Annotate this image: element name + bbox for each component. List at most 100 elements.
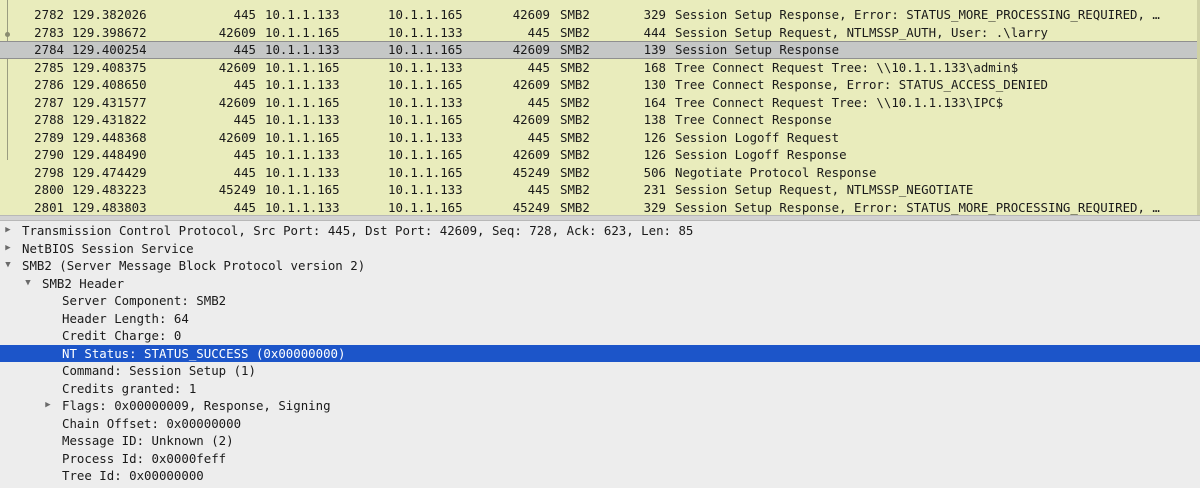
detail-row-text: Chain Offset: 0x00000000 xyxy=(62,415,242,431)
detail-row[interactable]: Chain Offset: 0x00000000 xyxy=(0,415,1200,433)
packet-cell-time: 129.431822 xyxy=(72,112,147,127)
packet-cell-len: 126 xyxy=(643,129,666,145)
packet-cell-time: 129.382026 xyxy=(72,7,147,22)
packet-cell-proto: SMB2 xyxy=(560,94,590,110)
packet-cell-info: Tree Connect Request Tree: \\10.1.1.133\… xyxy=(675,94,1004,110)
packet-row[interactable]: 2801 129.483803 445 10.1.1.133 10.1.1.165 452… xyxy=(0,199,1200,216)
detail-row-text: Transmission Control Protocol, Src Port:… xyxy=(22,223,694,238)
packet-row[interactable]: 2782 129.382026 445 10.1.1.133 10.1.1.165 426… xyxy=(0,6,1200,24)
packet-cell-time: 129.400254 xyxy=(72,42,147,57)
detail-row[interactable]: ▼ SMB2 Header xyxy=(0,275,1200,293)
packet-cell-dport: 445 xyxy=(527,24,550,40)
detail-row-text: Process Id: 0x0000feff xyxy=(62,450,227,466)
expand-triangle-right-icon[interactable]: ▶ xyxy=(2,222,14,240)
packet-cell-info: Negotiate Protocol Response xyxy=(675,164,877,180)
detail-row[interactable]: ▼ SMB2 (Server Message Block Protocol ver… xyxy=(0,257,1200,275)
expand-triangle-right-icon[interactable]: ▶ xyxy=(2,240,14,258)
packet-list[interactable]: 2782 129.382026 445 10.1.1.133 10.1.1.165 426… xyxy=(0,0,1200,215)
packet-cell-len: 329 xyxy=(643,7,666,22)
detail-row[interactable]: Command: Session Setup (1) xyxy=(0,362,1200,380)
packet-cell-proto: SMB2 xyxy=(560,7,590,22)
detail-row-text: NT Status: STATUS_SUCCESS (0x00000000) xyxy=(62,345,346,361)
packet-cell-src: 10.1.1.133 xyxy=(265,112,340,127)
packet-cell-time: 129.448490 xyxy=(72,147,147,162)
packet-cell-no: 2801 xyxy=(34,199,64,215)
packet-cell-no: 2790 xyxy=(34,147,64,162)
detail-row[interactable]: Tree Id: 0x00000000 xyxy=(0,467,1200,485)
packet-cell-no: 2783 xyxy=(34,24,64,40)
packet-row[interactable]: 2788 129.431822 445 10.1.1.133 10.1.1.165 426… xyxy=(0,111,1200,129)
packet-cell-sport: 42609 xyxy=(218,94,256,110)
detail-row[interactable]: ▶ Transmission Control Protocol, Src Port… xyxy=(0,222,1200,240)
detail-row-text: Flags: 0x00000009, Response, Signing xyxy=(62,398,331,413)
packet-cell-info: Tree Connect Request Tree: \\10.1.1.133\… xyxy=(675,59,1019,75)
packet-cell-time: 129.431577 xyxy=(72,94,147,110)
packet-cell-info: Session Setup Response xyxy=(675,42,840,57)
packet-cell-no: 2798 xyxy=(34,164,64,180)
packet-cell-proto: SMB2 xyxy=(560,59,590,75)
detail-row-text: Message ID: Unknown (2) xyxy=(62,433,234,448)
packet-cell-proto: SMB2 xyxy=(560,42,590,57)
packet-cell-no: 2789 xyxy=(34,129,64,145)
packet-row[interactable]: 2785 129.408375 42609 10.1.1.165 10.1.1.133 4… xyxy=(0,59,1200,77)
packet-cell-src: 10.1.1.165 xyxy=(265,129,340,145)
packet-cell-info: Session Setup Response, Error: STATUS_MO… xyxy=(675,199,1160,215)
detail-row[interactable]: Credit Charge: 0 xyxy=(0,327,1200,345)
packet-cell-dport: 42609 xyxy=(512,77,550,92)
packet-cell-proto: SMB2 xyxy=(560,147,590,162)
detail-row[interactable]: ▶ NetBIOS Session Service xyxy=(0,240,1200,258)
detail-row[interactable]: ▶ Flags: 0x00000009, Response, Signing xyxy=(0,397,1200,415)
packet-cell-dport: 45249 xyxy=(512,164,550,180)
packet-cell-len: 231 xyxy=(643,182,666,197)
detail-row[interactable]: Server Component: SMB2 xyxy=(0,292,1200,310)
detail-row-text: Tree Id: 0x00000000 xyxy=(62,468,204,483)
packet-cell-len: 506 xyxy=(643,164,666,180)
packet-cell-time: 129.474429 xyxy=(72,164,147,180)
packet-cell-sport: 445 xyxy=(233,42,256,57)
packet-cell-proto: SMB2 xyxy=(560,182,590,197)
packet-cell-time: 129.408650 xyxy=(72,77,147,92)
packet-details-tree[interactable]: ▶ Transmission Control Protocol, Src Port… xyxy=(0,221,1200,488)
packet-cell-proto: SMB2 xyxy=(560,199,590,215)
packet-cell-sport: 42609 xyxy=(218,129,256,145)
packet-cell-sport: 445 xyxy=(233,112,256,127)
packet-cell-no: 2800 xyxy=(34,182,64,197)
packet-cell-src: 10.1.1.133 xyxy=(265,147,340,162)
packet-cell-time: 129.408375 xyxy=(72,59,147,75)
detail-row-text: SMB2 (Server Message Block Protocol vers… xyxy=(22,258,366,273)
packet-cell-src: 10.1.1.133 xyxy=(265,164,340,180)
packet-cell-len: 130 xyxy=(643,77,666,92)
packet-cell-sport: 445 xyxy=(233,199,256,215)
packet-cell-time: 129.483803 xyxy=(72,199,147,215)
packet-row[interactable]: 2786 129.408650 445 10.1.1.133 10.1.1.165 426… xyxy=(0,76,1200,94)
detail-row-text: Credit Charge: 0 xyxy=(62,328,182,343)
packet-row[interactable]: 2800 129.483223 45249 10.1.1.165 10.1.1.133 4… xyxy=(0,181,1200,199)
packet-cell-len: 139 xyxy=(643,42,666,57)
packet-cell-dport: 445 xyxy=(527,94,550,110)
packet-row[interactable]: 2783 129.398672 42609 10.1.1.165 10.1.1.133 4… xyxy=(0,24,1200,42)
detail-row[interactable]: Header Length: 64 xyxy=(0,310,1200,328)
packet-cell-dport: 42609 xyxy=(512,147,550,162)
packet-cell-src: 10.1.1.133 xyxy=(265,42,340,57)
packet-cell-info: Session Setup Request, NTLMSSP_AUTH, Use… xyxy=(675,24,1048,40)
packet-cell-no: 2784 xyxy=(34,42,64,57)
packet-row[interactable]: 2798 129.474429 445 10.1.1.133 10.1.1.165 452… xyxy=(0,164,1200,182)
detail-row[interactable]: Process Id: 0x0000feff xyxy=(0,450,1200,468)
packet-cell-len: 329 xyxy=(643,199,666,215)
expand-triangle-right-icon[interactable]: ▶ xyxy=(42,397,54,415)
packet-cell-len: 164 xyxy=(643,94,666,110)
packet-row[interactable]: 2790 129.448490 445 10.1.1.133 10.1.1.165 426… xyxy=(0,146,1200,164)
expand-triangle-down-icon[interactable]: ▼ xyxy=(22,275,34,293)
detail-row[interactable]: Credits granted: 1 xyxy=(0,380,1200,398)
detail-row-text: Server Component: SMB2 xyxy=(62,293,227,308)
packet-cell-sport: 445 xyxy=(233,77,256,92)
packet-row-selected[interactable]: 2784 129.400254 445 10.1.1.133 10.1.1.165 426… xyxy=(0,41,1200,59)
packet-row[interactable]: 2787 129.431577 42609 10.1.1.165 10.1.1.133 4… xyxy=(0,94,1200,112)
packet-cell-len: 126 xyxy=(643,147,666,162)
packet-row[interactable]: 2789 129.448368 42609 10.1.1.165 10.1.1.133 4… xyxy=(0,129,1200,147)
expand-triangle-down-icon[interactable]: ▼ xyxy=(2,257,14,275)
packet-cell-proto: SMB2 xyxy=(560,129,590,145)
detail-row[interactable]: Message ID: Unknown (2) xyxy=(0,432,1200,450)
detail-row-text: SMB2 Header xyxy=(42,275,125,291)
detail-row-selected[interactable]: NT Status: STATUS_SUCCESS (0x00000000) xyxy=(0,344,1200,362)
